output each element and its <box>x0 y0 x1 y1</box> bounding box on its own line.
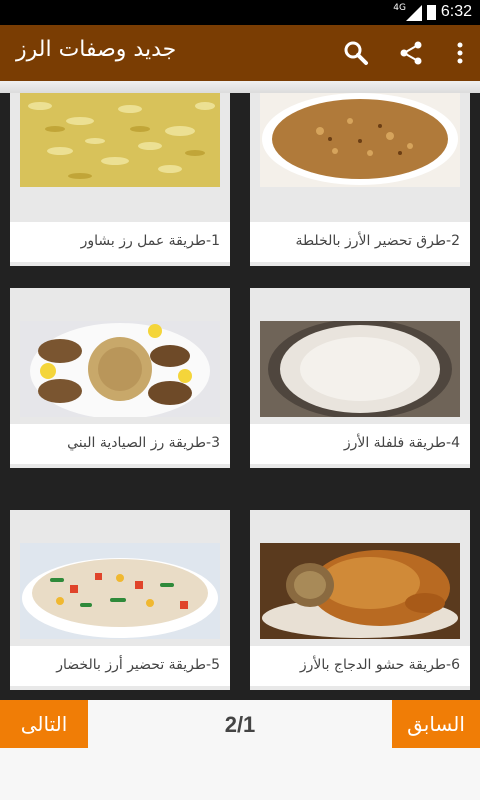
recipe-label[interactable]: 1-طريقة عمل رز بشاور <box>10 222 230 262</box>
app-bar: جديد وصفات الرز <box>0 25 480 81</box>
clock: 6:32 <box>440 3 472 20</box>
recipe-label[interactable]: 6-طريقة حشو الدجاج بالأرز <box>250 646 470 686</box>
recipe-card[interactable]: 6-طريقة حشو الدجاج بالأرز <box>250 510 470 690</box>
next-button[interactable]: التالى <box>0 700 88 748</box>
pagination-bar: التالى 2/1 السابق <box>0 700 480 800</box>
recipe-label[interactable]: 2-طرق تحضير الأرز بالخلطة <box>250 222 470 262</box>
overflow-menu-button[interactable] <box>442 35 478 71</box>
app-title: جديد وصفات الرز <box>16 37 177 62</box>
recipe-label[interactable]: 3-طريقة رز الصيادية البني <box>10 424 230 464</box>
mixed-rice-photo <box>260 93 460 187</box>
recipe-card[interactable]: 5-طريقة تحضير أرز بالخضار <box>10 510 230 690</box>
network-label: 4G <box>393 3 406 13</box>
share-icon <box>400 41 422 65</box>
recipe-card[interactable]: 2-طرق تحضير الأرز بالخلطة <box>250 93 470 266</box>
recipe-label[interactable]: 4-طريقة فلفلة الأرز <box>250 424 470 464</box>
overflow-menu-icon <box>457 42 463 64</box>
vegetable-rice-photo <box>20 543 220 639</box>
plain-rice-pot-photo <box>260 321 460 417</box>
signal-icon <box>406 5 422 21</box>
battery-icon <box>427 5 436 20</box>
search-button[interactable] <box>338 35 374 71</box>
fish-rice-photo <box>20 321 220 417</box>
stuffed-chicken-photo <box>260 543 460 639</box>
yellow-rice-photo <box>20 93 220 187</box>
app-bar-shadow <box>0 81 480 93</box>
status-bar: 4G 6:32 <box>0 0 480 25</box>
previous-button[interactable]: السابق <box>392 700 480 748</box>
share-button[interactable] <box>393 35 429 71</box>
recipe-grid[interactable]: 1-طريقة عمل رز بشاور 2-طرق تحضير الأرز ب… <box>0 93 480 700</box>
recipe-card[interactable]: 1-طريقة عمل رز بشاور <box>10 93 230 266</box>
recipe-card[interactable]: 4-طريقة فلفلة الأرز <box>250 288 470 468</box>
page-indicator: 2/1 <box>224 712 256 737</box>
search-icon <box>344 41 368 65</box>
recipe-card[interactable]: 3-طريقة رز الصيادية البني <box>10 288 230 468</box>
recipe-label[interactable]: 5-طريقة تحضير أرز بالخضار <box>10 646 230 686</box>
